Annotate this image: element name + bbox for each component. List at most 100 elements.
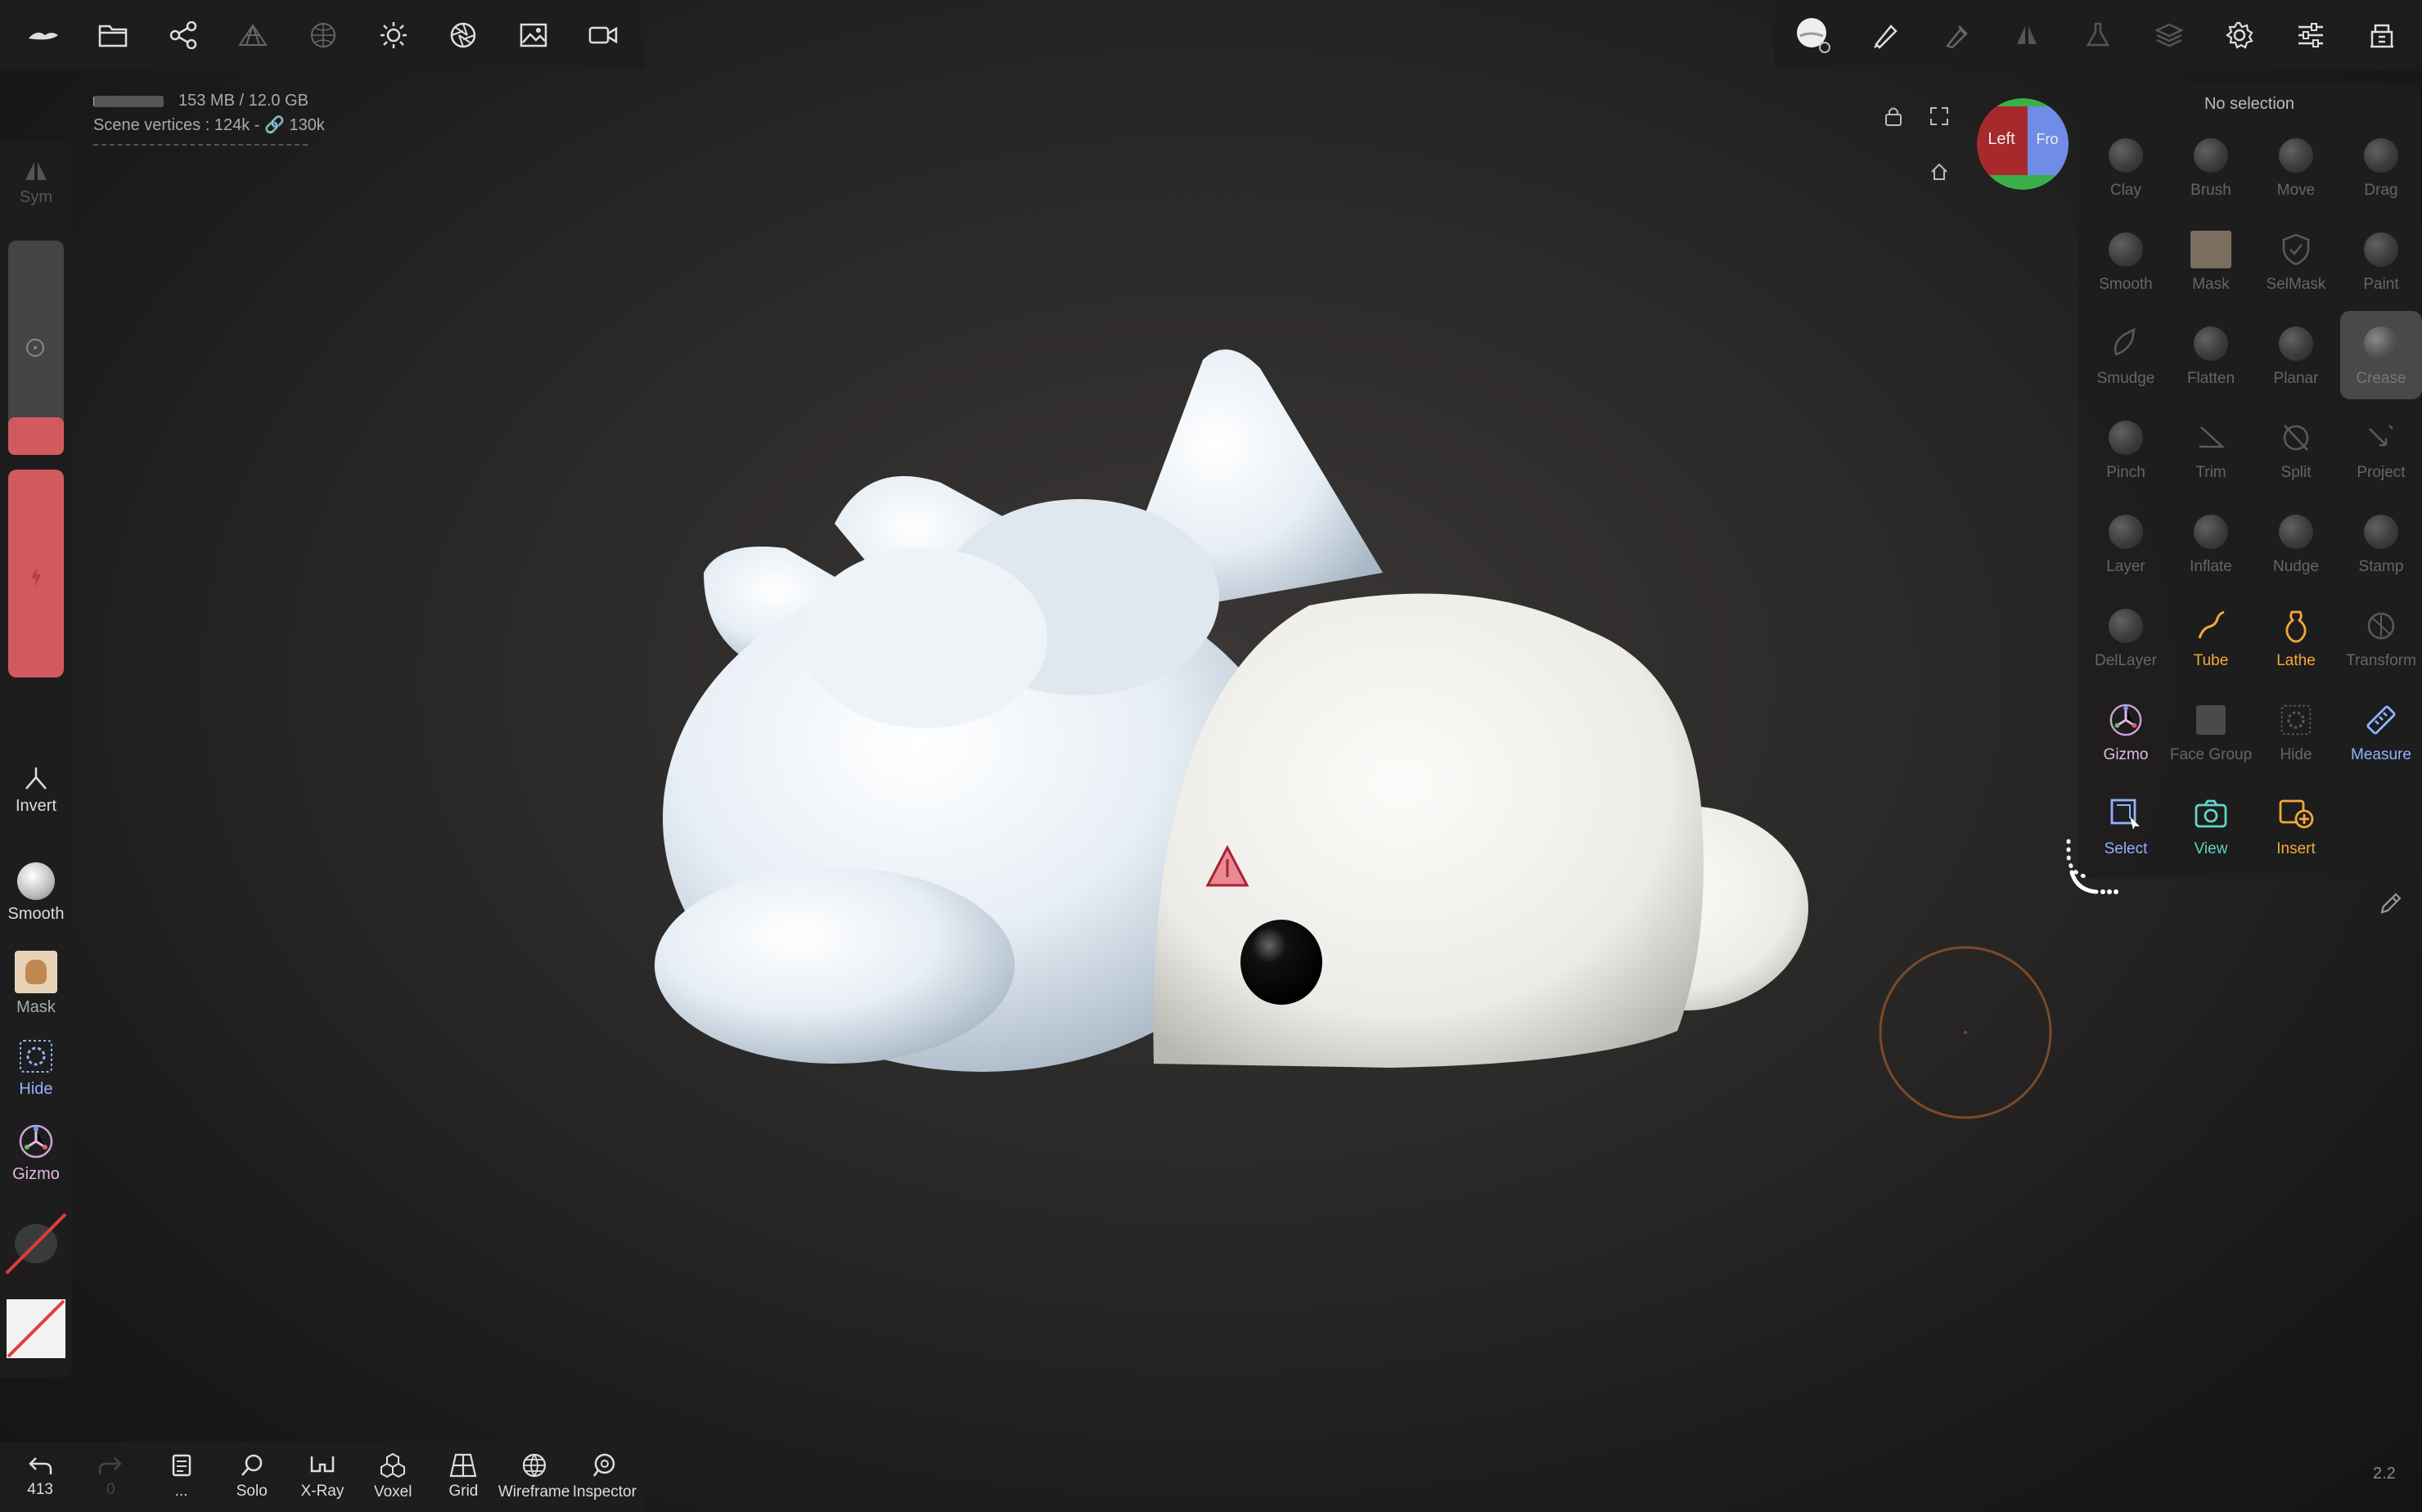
radius-slider[interactable]	[8, 241, 64, 432]
symmetry-toggle[interactable]: Sym	[0, 159, 72, 207]
video-camera-icon[interactable]	[574, 7, 632, 64]
tool-split[interactable]: Split	[2255, 405, 2337, 493]
sculpt-model-viewport[interactable]	[0, 0, 2422, 1512]
tool-crease[interactable]: Crease	[2340, 311, 2422, 399]
tool-smooth[interactable]: Smooth	[2085, 217, 2167, 305]
light-icon[interactable]	[365, 7, 422, 64]
voxel-button[interactable]: Voxel	[358, 1452, 428, 1501]
tool-selmask[interactable]: SelMask	[2255, 217, 2337, 305]
search-icon	[241, 1454, 263, 1476]
tool-label: Split	[2280, 464, 2312, 481]
info-divider	[93, 144, 308, 146]
crease-icon	[2364, 324, 2398, 363]
smooth-sphere-icon	[17, 862, 55, 900]
folder-icon[interactable]	[84, 7, 142, 64]
scene-graph-icon[interactable]	[155, 7, 212, 64]
fullscreen-icon[interactable]	[1925, 101, 1954, 131]
tool-pinch[interactable]: Pinch	[2085, 405, 2167, 493]
layer-icon	[2109, 512, 2143, 551]
scene-info: 153 MB / 12.0 GB Scene vertices : 124k -…	[93, 88, 325, 146]
tool-clay[interactable]: Clay	[2085, 123, 2167, 211]
matcap-none-button[interactable]	[0, 1211, 72, 1276]
tool-nudge[interactable]: Nudge	[2255, 499, 2337, 587]
drag-icon	[2364, 136, 2398, 175]
solo-button[interactable]: Solo	[217, 1453, 287, 1501]
tool-insert[interactable]: Insert	[2255, 781, 2337, 870]
grid-button[interactable]: Grid	[428, 1453, 498, 1501]
tool-label: Flatten	[2186, 370, 2235, 387]
smooth-button[interactable]: Smooth	[0, 862, 72, 924]
tool-dellayer[interactable]: DelLayer	[2085, 593, 2167, 682]
tool-label: Planar	[2273, 370, 2319, 387]
tool-lathe[interactable]: Lathe	[2255, 593, 2337, 682]
settings-gear-icon[interactable]	[2211, 7, 2268, 64]
color-swatch[interactable]	[8, 417, 64, 455]
tool-drag[interactable]: Drag	[2340, 123, 2422, 211]
tool-view[interactable]: View	[2170, 781, 2252, 870]
layers-icon[interactable]	[2141, 7, 2198, 64]
tool-gizmo[interactable]: Gizmo	[2085, 687, 2167, 776]
pencil-icon[interactable]	[2376, 887, 2406, 920]
panel-resize-handle[interactable]	[2060, 835, 2126, 900]
tool-layer[interactable]: Layer	[2085, 499, 2167, 587]
mask-icon	[2190, 230, 2231, 269]
tool-label: Lathe	[2276, 652, 2316, 669]
image-icon[interactable]	[505, 7, 562, 64]
tool-label: Measure	[2351, 746, 2411, 763]
mask-label: Mask	[16, 998, 56, 1016]
tool-label: Layer	[2106, 558, 2145, 575]
redo-icon	[99, 1457, 123, 1474]
home-icon[interactable]	[1925, 157, 1954, 187]
mask-button[interactable]: Mask	[0, 951, 72, 1017]
tool-trim[interactable]: Trim	[2170, 405, 2252, 493]
lathe-icon	[2280, 606, 2312, 646]
symmetry-icon[interactable]	[1998, 7, 2055, 64]
insert-icon	[2278, 794, 2314, 834]
tool-paint[interactable]: Paint	[2340, 217, 2422, 305]
redo-button[interactable]: 0	[75, 1455, 146, 1499]
hide-label: Hide	[19, 1080, 53, 1098]
bottom-toolbar: 413 0 ... Solo X-Ray Voxel Grid Wirefram…	[0, 1442, 645, 1512]
tool-smudge[interactable]: Smudge	[2085, 311, 2167, 399]
tool-measure[interactable]: Measure	[2340, 687, 2422, 776]
camera-aperture-icon[interactable]	[434, 7, 492, 64]
tool-planar[interactable]: Planar	[2255, 311, 2337, 399]
flask-icon[interactable]	[2069, 7, 2127, 64]
tool-mask[interactable]: Mask	[2170, 217, 2252, 305]
app-logo-icon[interactable]	[15, 7, 72, 64]
tools-grid-icon[interactable]	[2353, 7, 2411, 64]
sliders-icon[interactable]	[2282, 7, 2339, 64]
tool-inflate[interactable]: Inflate	[2170, 499, 2252, 587]
material-preview-icon[interactable]	[1785, 7, 1843, 64]
tool-transform[interactable]: Transform	[2340, 593, 2422, 682]
material-sphere-icon[interactable]	[295, 7, 352, 64]
tool-project[interactable]: Project	[2340, 405, 2422, 493]
tool-flatten[interactable]: Flatten	[2170, 311, 2252, 399]
smooth-label: Smooth	[7, 905, 65, 923]
tool-move[interactable]: Move	[2255, 123, 2337, 211]
brush-stroke-icon[interactable]	[1857, 7, 1914, 64]
gizmo-button[interactable]: Gizmo	[0, 1123, 72, 1184]
tool-face-group[interactable]: Face Group	[2170, 687, 2252, 776]
history-button[interactable]: ...	[146, 1453, 217, 1501]
intensity-slider[interactable]	[8, 470, 64, 677]
view-orientation-gizmo[interactable]: Left Fro	[1977, 98, 2069, 190]
lock-icon[interactable]	[1879, 101, 1908, 131]
invert-button[interactable]: Invert	[0, 764, 72, 816]
hide-button[interactable]: Hide	[0, 1037, 72, 1099]
brush-alpha-icon[interactable]	[1928, 7, 1985, 64]
inspector-button[interactable]: Inspector	[569, 1452, 640, 1501]
wireframe-button[interactable]: Wireframe	[498, 1452, 569, 1501]
topology-icon[interactable]	[224, 7, 281, 64]
mask-thumbnail-icon	[15, 951, 57, 993]
tool-stamp[interactable]: Stamp	[2340, 499, 2422, 587]
split-icon	[2280, 418, 2312, 457]
tool-hide[interactable]: Hide	[2255, 687, 2337, 776]
xray-button[interactable]: X-Ray	[287, 1453, 358, 1501]
texture-none-button[interactable]	[0, 1299, 72, 1358]
tool-brush[interactable]: Brush	[2170, 123, 2252, 211]
tool-tube[interactable]: Tube	[2170, 593, 2252, 682]
gizmo-icon	[2108, 700, 2144, 740]
undo-button[interactable]: 413	[5, 1455, 75, 1499]
planar-icon	[2279, 324, 2313, 363]
